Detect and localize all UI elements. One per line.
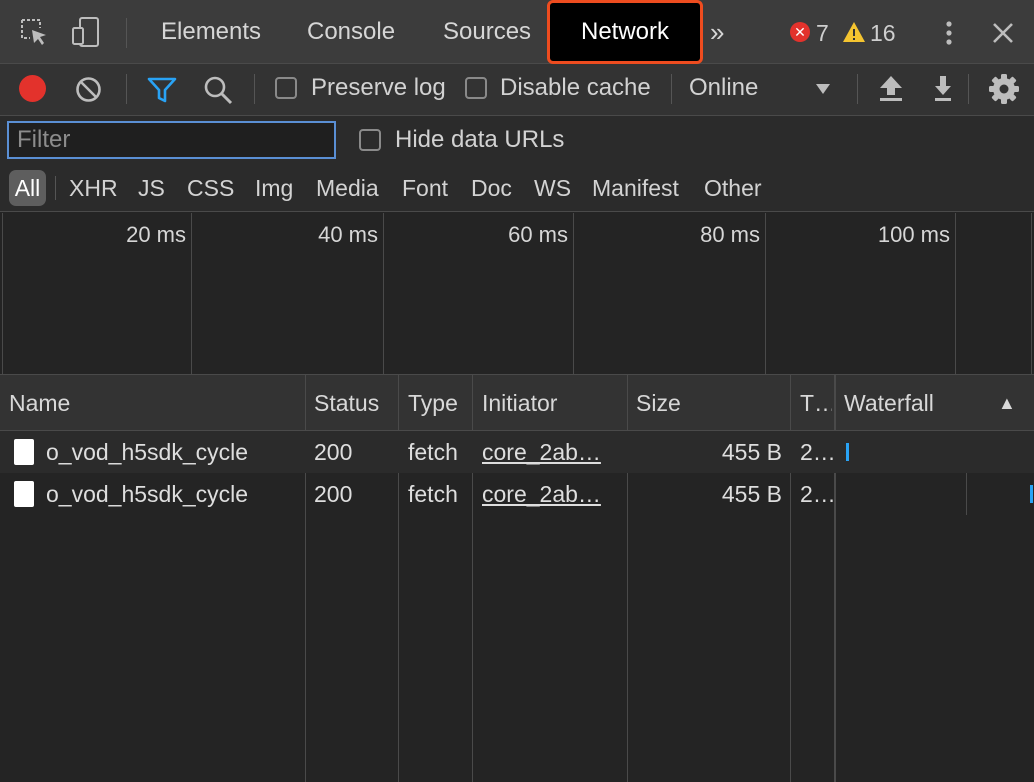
disable-cache-checkbox[interactable]	[465, 77, 487, 99]
type-filter-all[interactable]: All	[9, 170, 46, 206]
document-icon	[14, 481, 34, 507]
type-filter-separator	[55, 176, 56, 200]
filter-icon[interactable]	[147, 76, 177, 104]
search-icon[interactable]	[203, 75, 233, 105]
table-row[interactable]: o_vod_h5sdk_cycle 200 fetch core_2ab… 45…	[0, 473, 1034, 515]
throttling-select[interactable]: Online	[682, 70, 842, 108]
type-filter-img[interactable]: Img	[255, 170, 293, 206]
toolbar-separator	[671, 74, 672, 104]
close-icon[interactable]	[992, 22, 1014, 44]
preserve-log-checkbox[interactable]	[275, 77, 297, 99]
request-name: o_vod_h5sdk_cycle	[46, 481, 249, 507]
tab-elements[interactable]: Elements	[161, 0, 261, 64]
overview-tick-label: 20 ms	[126, 222, 186, 247]
request-type: fetch	[408, 439, 458, 465]
type-filter-other[interactable]: Other	[704, 170, 762, 206]
more-tabs-icon[interactable]: »	[710, 0, 724, 64]
column-header-waterfall[interactable]: Waterfall	[844, 375, 984, 431]
preserve-log-label: Preserve log	[311, 74, 446, 101]
overview-tick-label: 60 ms	[508, 222, 568, 247]
column-header-name[interactable]: Name	[9, 375, 299, 431]
request-status: 200	[314, 481, 353, 507]
tab-sources[interactable]: Sources	[443, 0, 531, 64]
overview-gridline	[2, 213, 3, 375]
waterfall-bar	[1030, 485, 1033, 503]
chevron-down-icon	[816, 84, 830, 94]
sort-ascending-icon[interactable]: ▲	[998, 375, 1022, 431]
request-type: fetch	[408, 481, 458, 507]
request-size: 455 B	[721, 481, 782, 507]
overview-tick-label: 100 ms	[877, 222, 950, 247]
overview-gridline	[191, 213, 192, 375]
column-header-size[interactable]: Size	[636, 375, 786, 431]
type-filter-css[interactable]: CSS	[187, 170, 234, 206]
toolbar-separator	[254, 74, 255, 104]
type-filter-manifest[interactable]: Manifest	[592, 170, 679, 206]
table-row[interactable]: o_vod_h5sdk_cycle 200 fetch core_2ab… 45…	[0, 431, 1034, 473]
tab-separator	[126, 18, 127, 48]
column-header-initiator[interactable]: Initiator	[482, 375, 622, 431]
type-filter-doc[interactable]: Doc	[471, 170, 512, 206]
toolbar-separator	[968, 74, 969, 104]
type-filter-media[interactable]: Media	[316, 170, 379, 206]
request-initiator-link[interactable]: core_2ab…	[482, 473, 622, 515]
warning-count[interactable]: 16	[870, 18, 896, 48]
warning-icon	[842, 20, 866, 44]
device-toolbar-icon[interactable]	[70, 16, 102, 48]
error-icon: ✕	[790, 22, 810, 42]
request-time: 2…	[800, 439, 834, 465]
toolbar-separator	[126, 74, 127, 104]
overview-gridline	[955, 213, 956, 375]
requests-empty-area	[0, 515, 1034, 782]
request-initiator-link[interactable]: core_2ab…	[482, 431, 622, 473]
hide-data-urls-checkbox[interactable]	[359, 129, 381, 151]
record-button[interactable]	[19, 75, 46, 102]
type-filter-xhr[interactable]: XHR	[69, 170, 118, 206]
more-options-icon[interactable]	[944, 20, 954, 46]
request-name: o_vod_h5sdk_cycle	[46, 439, 249, 465]
document-icon	[14, 439, 34, 465]
overview-tick-label: 40 ms	[318, 222, 378, 247]
filter-input[interactable]	[7, 121, 336, 159]
overview-gridline	[573, 213, 574, 375]
tab-network-label: Network	[580, 18, 670, 45]
overview-tick-label: 80 ms	[700, 222, 760, 247]
overview-gridline	[383, 213, 384, 375]
import-har-icon[interactable]	[878, 74, 904, 102]
request-time: 2…	[800, 481, 834, 507]
inspect-element-icon[interactable]	[18, 16, 50, 48]
tab-console[interactable]: Console	[307, 0, 395, 64]
column-header-type[interactable]: Type	[408, 375, 470, 431]
column-header-time[interactable]: T…	[800, 375, 832, 431]
error-count[interactable]: 7	[816, 18, 829, 48]
type-filter-font[interactable]: Font	[402, 170, 448, 206]
column-header-status[interactable]: Status	[314, 375, 394, 431]
waterfall-bar	[846, 443, 849, 461]
request-size: 455 B	[721, 439, 782, 465]
request-status: 200	[314, 439, 353, 465]
hide-data-urls-label: Hide data URLs	[395, 126, 565, 153]
clear-icon[interactable]	[75, 76, 102, 103]
toolbar-separator	[857, 74, 858, 104]
overview-gridline	[1031, 213, 1032, 375]
overview-gridline	[765, 213, 766, 375]
tab-network[interactable]: Network	[547, 0, 703, 64]
type-filter-js[interactable]: JS	[138, 170, 165, 206]
export-har-icon[interactable]	[930, 74, 956, 102]
throttling-value: Online	[689, 74, 759, 101]
settings-gear-icon[interactable]	[988, 73, 1020, 105]
type-filter-ws[interactable]: WS	[534, 170, 571, 206]
disable-cache-label: Disable cache	[500, 74, 651, 101]
